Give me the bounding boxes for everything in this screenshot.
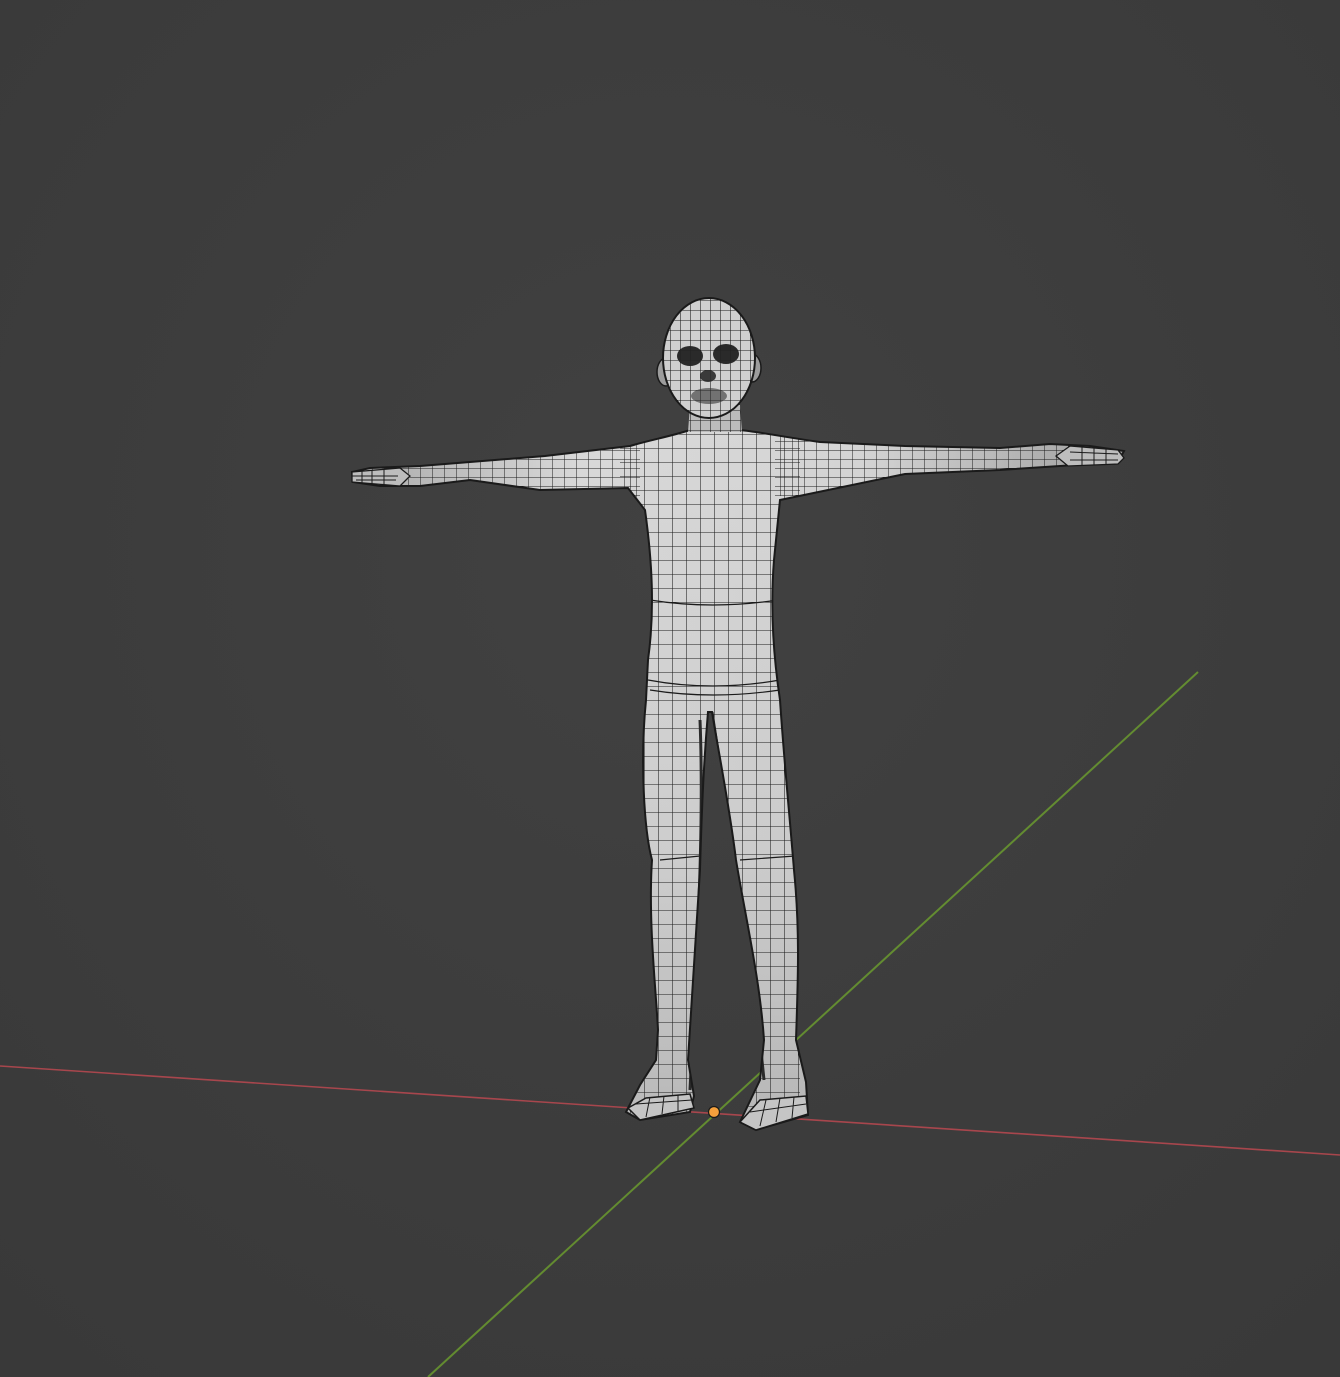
viewport-canvas[interactable] [0, 0, 1340, 1377]
3d-viewport[interactable] [0, 0, 1340, 1377]
origin-dot-icon[interactable] [707, 1105, 721, 1119]
